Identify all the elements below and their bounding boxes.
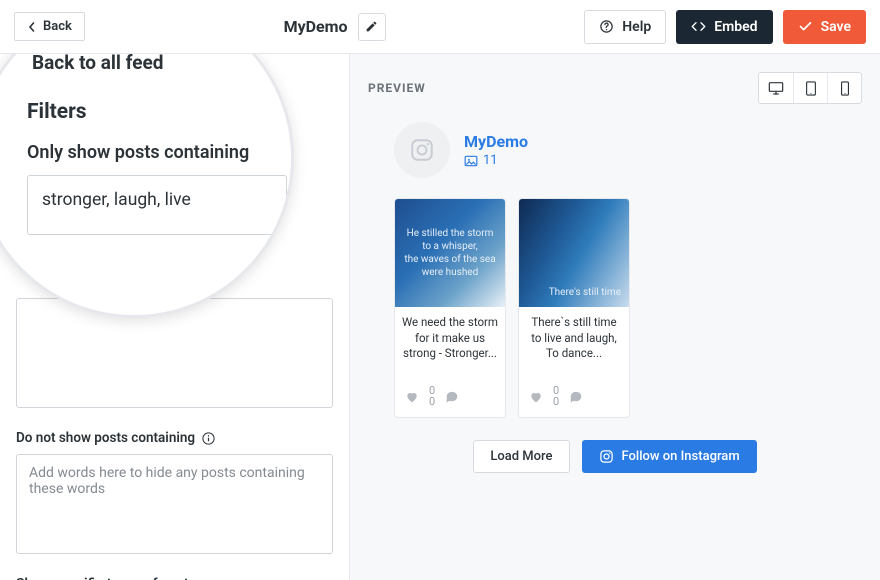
include-words-textarea[interactable] bbox=[16, 298, 333, 408]
chevron-left-icon bbox=[27, 22, 37, 32]
preview-actions: Load More Follow on Instagram bbox=[368, 440, 862, 473]
profile-header: MyDemo 11 bbox=[394, 122, 862, 178]
preview-heading: PREVIEW bbox=[368, 81, 426, 95]
help-icon bbox=[599, 19, 614, 34]
follow-button[interactable]: Follow on Instagram bbox=[582, 440, 757, 473]
desktop-icon bbox=[768, 81, 784, 95]
top-bar: Back MyDemo Help Embed Save bbox=[0, 0, 880, 54]
mag-back-line: Back to all feed bbox=[32, 54, 260, 74]
post-footer: 0 0 bbox=[395, 379, 505, 417]
device-mobile-tab[interactable] bbox=[827, 73, 861, 103]
back-label: Back bbox=[43, 19, 72, 34]
check-icon bbox=[798, 19, 813, 34]
avatar bbox=[394, 122, 450, 178]
likes-count: 0 0 bbox=[553, 385, 559, 407]
filters-heading: Filters bbox=[27, 100, 255, 124]
device-tablet-tab[interactable] bbox=[793, 73, 827, 103]
types-heading: Show specific types of posts bbox=[16, 576, 333, 580]
load-more-button[interactable]: Load More bbox=[473, 440, 569, 473]
post-card[interactable]: There's still time There`s still time to… bbox=[518, 198, 630, 418]
sidebar: Back to all feed Filters Only show posts… bbox=[0, 54, 350, 580]
preview-head: PREVIEW bbox=[368, 72, 862, 104]
likes-count: 0 0 bbox=[429, 385, 435, 407]
exclude-label: Do not show posts containing bbox=[16, 430, 195, 446]
pencil-icon bbox=[365, 20, 378, 33]
info-icon[interactable] bbox=[201, 431, 216, 446]
post-image: There's still time bbox=[519, 199, 629, 307]
post-image: He stilled the storm to a whisper, the w… bbox=[395, 199, 505, 307]
profile-name[interactable]: MyDemo bbox=[464, 132, 528, 151]
exclude-label-row: Do not show posts containing bbox=[16, 430, 333, 446]
heart-icon[interactable] bbox=[405, 390, 419, 403]
edit-title-button[interactable] bbox=[358, 13, 386, 41]
profile-text: MyDemo 11 bbox=[464, 132, 528, 168]
title-wrap: MyDemo bbox=[85, 13, 584, 41]
help-button[interactable]: Help bbox=[584, 10, 666, 44]
code-icon bbox=[691, 19, 706, 34]
main: Back to all feed Filters Only show posts… bbox=[0, 54, 880, 580]
save-label: Save bbox=[821, 19, 851, 35]
back-button[interactable]: Back bbox=[14, 12, 85, 41]
post-caption: We need the storm for it make us strong … bbox=[395, 307, 505, 379]
only-show-label: Only show posts containing bbox=[27, 142, 255, 163]
post-footer: 0 0 bbox=[519, 379, 629, 417]
post-caption: There`s still time to live and laugh, To… bbox=[519, 307, 629, 379]
post-card[interactable]: He stilled the storm to a whisper, the w… bbox=[394, 198, 506, 418]
profile-postcount[interactable]: 11 bbox=[464, 153, 528, 168]
exclude-words-textarea[interactable] bbox=[16, 454, 333, 554]
feed-title: MyDemo bbox=[284, 17, 348, 36]
top-actions: Help Embed Save bbox=[584, 10, 866, 44]
tablet-icon bbox=[805, 81, 817, 96]
post-overlay-text: He stilled the storm to a whisper, the w… bbox=[395, 199, 505, 307]
comment-icon[interactable] bbox=[445, 390, 459, 403]
preview-pane: PREVIEW MyDemo 11 bbox=[350, 54, 880, 580]
device-tabs bbox=[758, 72, 862, 104]
post-cards: He stilled the storm to a whisper, the w… bbox=[394, 198, 862, 418]
help-label: Help bbox=[622, 19, 651, 35]
save-button[interactable]: Save bbox=[783, 10, 866, 44]
instagram-icon bbox=[599, 449, 614, 464]
embed-label: Embed bbox=[714, 19, 757, 35]
device-desktop-tab[interactable] bbox=[759, 73, 793, 103]
only-show-input[interactable]: stronger, laugh, live bbox=[27, 175, 287, 235]
image-icon bbox=[464, 155, 478, 167]
instagram-icon bbox=[409, 137, 435, 163]
comment-icon[interactable] bbox=[569, 390, 583, 403]
post-overlay-text: There's still time bbox=[519, 199, 629, 307]
embed-button[interactable]: Embed bbox=[676, 10, 772, 44]
follow-label: Follow on Instagram bbox=[622, 449, 740, 464]
heart-icon[interactable] bbox=[529, 390, 543, 403]
mobile-icon bbox=[840, 81, 850, 96]
